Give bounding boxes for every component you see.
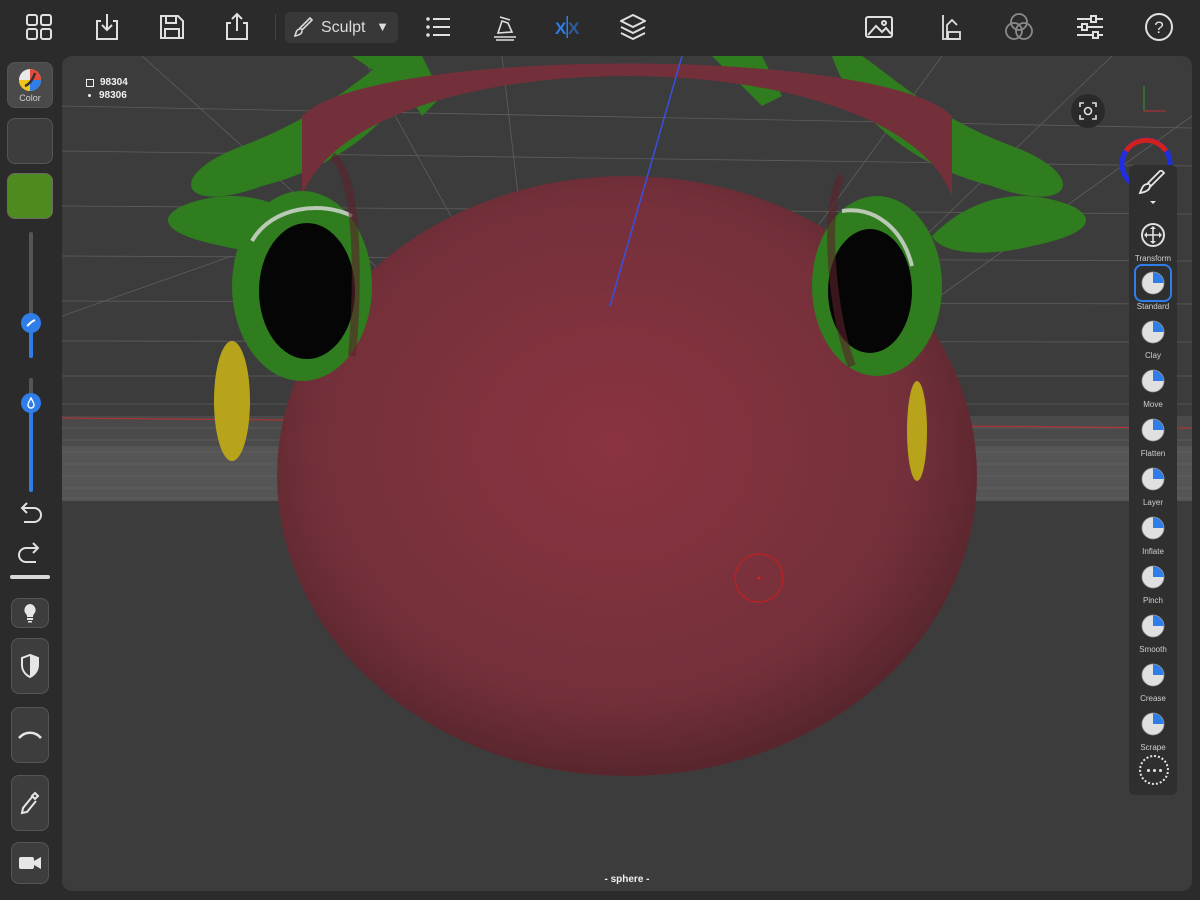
crease-icon (1136, 658, 1170, 692)
drop-icon (27, 397, 35, 409)
tool-label: Transform (1134, 254, 1172, 263)
blend-icon[interactable] (998, 6, 1040, 48)
tool-label: Inflate (1142, 547, 1164, 556)
camera-button[interactable] (11, 842, 49, 884)
tool-options-button[interactable] (1136, 168, 1170, 206)
intensity-slider-fill (29, 403, 33, 492)
focus-icon (1079, 102, 1097, 120)
tool-move[interactable]: Move (1131, 364, 1175, 410)
radius-icon (26, 318, 36, 327)
pinch-icon (1136, 560, 1170, 594)
image-icon[interactable] (858, 6, 900, 48)
tool-label: Crease (1140, 694, 1166, 703)
redo-icon[interactable] (14, 540, 46, 570)
import-icon[interactable] (86, 6, 128, 48)
shield-icon (21, 653, 39, 679)
face-count: 98304 (100, 77, 128, 88)
tool-transform[interactable]: Transform (1131, 218, 1175, 264)
scene-render (62, 56, 1192, 776)
eyedropper-icon (20, 791, 40, 815)
tool-crease[interactable]: Crease (1131, 658, 1175, 704)
color-button[interactable]: Color (7, 62, 53, 108)
primary-color-swatch[interactable] (7, 173, 53, 219)
mesh-name: - sphere - (604, 874, 650, 885)
tool-label: Pinch (1142, 596, 1163, 605)
transform-icon (1136, 218, 1170, 252)
tool-pinch[interactable]: Pinch (1131, 560, 1175, 606)
move-icon (1136, 364, 1170, 398)
tool-label: Flatten (1140, 449, 1166, 458)
panel-divider (10, 575, 50, 579)
list-icon[interactable] (417, 6, 459, 48)
layers-icon[interactable] (612, 6, 654, 48)
tool-label: Standard (1136, 302, 1170, 311)
intensity-slider-knob[interactable] (21, 393, 41, 414)
tool-label: Layer (1142, 498, 1163, 507)
color-label: Color (19, 92, 41, 103)
3d-viewport[interactable]: 98304 98306 - sphere - (62, 56, 1192, 891)
brush-icon (293, 16, 314, 37)
symmetry-icon[interactable]: XX (546, 6, 588, 48)
smooth-icon (1136, 609, 1170, 643)
share-icon[interactable] (216, 6, 258, 48)
radius-slider-knob[interactable] (21, 312, 41, 333)
sliders-icon[interactable] (1069, 6, 1111, 48)
tool-flatten[interactable]: Flatten (1131, 413, 1175, 459)
color-picker-button[interactable] (11, 775, 49, 831)
help-icon[interactable]: ? (1138, 6, 1180, 48)
tool-standard[interactable]: Standard (1131, 264, 1175, 312)
inflate-icon (1136, 511, 1170, 545)
more-dot-icon (1152, 768, 1156, 772)
mask-button[interactable] (11, 638, 49, 694)
focus-camera-button[interactable] (1071, 94, 1105, 128)
undo-icon[interactable] (14, 500, 46, 530)
material-icon[interactable] (930, 6, 972, 48)
tool-clay[interactable]: Clay (1131, 315, 1175, 361)
hand-tool-icon[interactable] (483, 6, 525, 48)
stroke-button[interactable] (11, 707, 49, 763)
more-tools-button[interactable] (1139, 755, 1169, 785)
tool-smooth[interactable]: Smooth (1131, 609, 1175, 655)
top-toolbar: Sculpt ▼ XX ? (0, 0, 1200, 54)
flatten-icon (1136, 413, 1170, 447)
mode-dropdown[interactable]: Sculpt ▼ (285, 12, 398, 43)
curve-icon (18, 731, 42, 739)
svg-text:X: X (555, 19, 567, 38)
tool-label: Clay (1144, 351, 1161, 360)
clay-icon (1136, 315, 1170, 349)
tool-inflate[interactable]: Inflate (1131, 511, 1175, 557)
secondary-color-swatch[interactable] (7, 118, 53, 164)
tool-scrape[interactable]: Scrape (1131, 707, 1175, 753)
tool-label: Smooth (1139, 645, 1167, 654)
vertex-count: 98306 (99, 90, 127, 101)
svg-text:?: ? (1154, 18, 1163, 37)
layer-icon (1136, 462, 1170, 496)
color-wheel-icon (19, 68, 41, 91)
mesh-stats: 98304 98306 (86, 76, 128, 102)
tool-label: Scrape (1140, 743, 1166, 752)
scrape-icon (1136, 707, 1170, 741)
toolbar-divider (275, 14, 276, 40)
brush-icon (1138, 168, 1166, 204)
svg-text:X: X (568, 19, 580, 38)
tool-label: Move (1143, 400, 1163, 409)
tool-layer[interactable]: Layer (1131, 462, 1175, 508)
standard-icon (1134, 264, 1172, 302)
more-dot-icon (1158, 768, 1162, 772)
save-icon[interactable] (151, 6, 193, 48)
video-camera-icon (19, 857, 41, 869)
light-button[interactable] (11, 598, 49, 628)
lightbulb-icon (24, 604, 36, 623)
caret-down-icon: ▼ (376, 19, 389, 34)
mode-label: Sculpt (321, 18, 366, 36)
vertex-icon (88, 94, 91, 97)
faces-icon (86, 78, 94, 87)
grid-icon[interactable] (18, 6, 60, 48)
more-dot-icon (1146, 768, 1150, 772)
